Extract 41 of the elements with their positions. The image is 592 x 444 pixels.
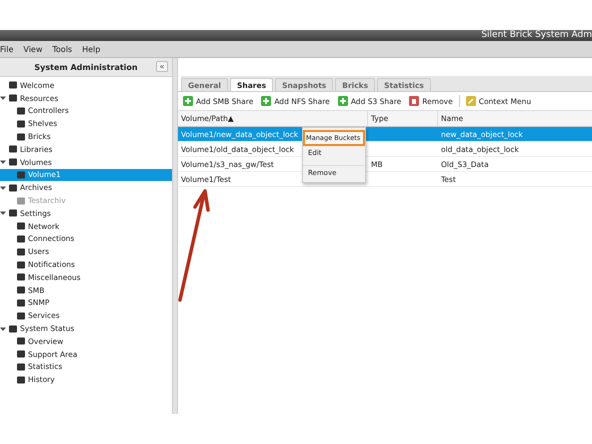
square-icon bbox=[16, 221, 26, 232]
expand-icon[interactable] bbox=[0, 184, 6, 191]
square-icon bbox=[16, 272, 26, 282]
expand-icon[interactable] bbox=[0, 210, 6, 216]
collapse-button[interactable]: « bbox=[156, 61, 168, 72]
plus-icon bbox=[261, 96, 272, 106]
expand-icon[interactable] bbox=[0, 326, 6, 332]
square-icon bbox=[16, 362, 26, 372]
menu-item[interactable]: Tools bbox=[52, 44, 72, 54]
square-icon bbox=[8, 80, 18, 90]
menu-item[interactable]: Help bbox=[82, 44, 100, 54]
square-icon bbox=[16, 170, 26, 180]
square-icon bbox=[8, 144, 18, 154]
square-icon bbox=[8, 157, 18, 168]
square-icon bbox=[16, 260, 26, 270]
square-icon bbox=[16, 106, 26, 116]
window-title: Silent Brick System Adm bbox=[481, 30, 592, 40]
square-icon bbox=[16, 285, 26, 296]
square-icon bbox=[16, 196, 26, 206]
trash-icon bbox=[409, 96, 420, 106]
square-icon bbox=[16, 310, 26, 321]
square-icon bbox=[16, 246, 26, 257]
square-icon bbox=[8, 182, 18, 193]
square-icon bbox=[16, 132, 26, 142]
square-icon bbox=[16, 118, 26, 129]
square-icon bbox=[16, 336, 26, 346]
square-icon bbox=[8, 324, 18, 334]
expand-icon[interactable] bbox=[0, 95, 6, 102]
menu-item[interactable]: View bbox=[23, 44, 42, 54]
plus-icon bbox=[338, 96, 348, 106]
square-icon bbox=[16, 298, 26, 308]
square-icon bbox=[16, 374, 26, 385]
menu-item[interactable]: File bbox=[0, 44, 14, 54]
pencil-icon bbox=[466, 96, 476, 106]
plus-icon bbox=[183, 96, 193, 106]
expand-icon[interactable] bbox=[0, 159, 6, 166]
square-icon bbox=[16, 349, 26, 360]
square-icon bbox=[8, 208, 18, 218]
square-icon bbox=[8, 93, 18, 104]
square-icon bbox=[16, 234, 26, 244]
sidebar-title: System Administration bbox=[34, 62, 138, 72]
